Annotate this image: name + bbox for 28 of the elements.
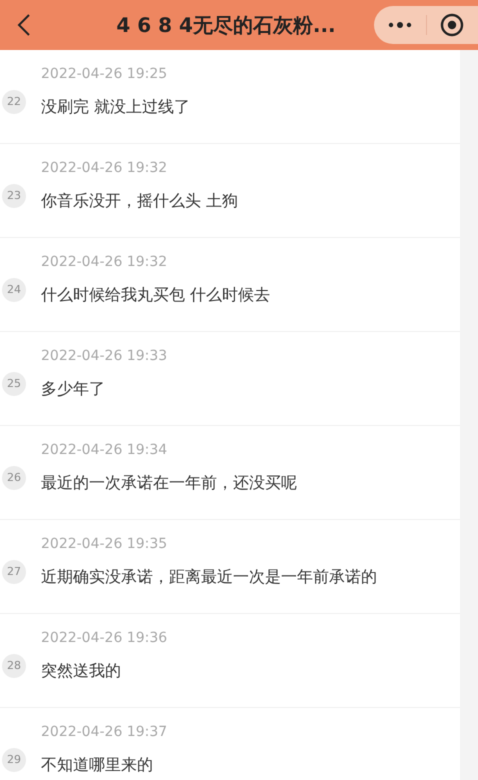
message-time: 2022-04-26 19:33	[41, 347, 168, 366]
message-time: 2022-04-26 19:32	[41, 253, 168, 272]
number-badge: 28	[2, 654, 26, 678]
target-icon	[440, 13, 464, 37]
message-text: 突然送我的	[41, 660, 122, 682]
number-badge: 26	[2, 466, 26, 490]
window-title: 4 6 8 4无尽的石灰粉...	[115, 12, 337, 39]
message-time: 2022-04-26 19:36	[41, 629, 168, 648]
number-badge: 22	[2, 90, 26, 114]
message-time: 2022-04-26 19:32	[41, 159, 168, 178]
message-text: 没刷完 就没上过线了	[41, 96, 190, 118]
message-time: 2022-04-26 19:25	[41, 65, 168, 84]
message-text: 近期确实没承诺，距离最近一次是一年前承诺的	[41, 566, 377, 588]
number-badge: 24	[2, 278, 26, 302]
number-badge: 29	[2, 748, 26, 772]
back-icon	[17, 13, 31, 37]
message-text: 多少年了	[41, 378, 106, 400]
message-text: 不知道哪里来的	[41, 754, 154, 776]
message-text: 最近的一次承诺在一年前，还没买呢	[41, 472, 297, 494]
number-badge: 25	[2, 372, 26, 396]
message-time: 2022-04-26 19:37	[41, 723, 168, 742]
message-time: 2022-04-26 19:35	[41, 535, 168, 554]
message-text: 什么时候给我丸买包 什么时候去	[41, 284, 270, 306]
more-icon	[388, 21, 412, 29]
number-badge: 27	[2, 560, 26, 584]
message-time: 2022-04-26 19:34	[41, 441, 168, 460]
number-badge: 23	[2, 184, 26, 208]
message-text: 你音乐没开，摇什么头 土狗	[41, 190, 238, 212]
